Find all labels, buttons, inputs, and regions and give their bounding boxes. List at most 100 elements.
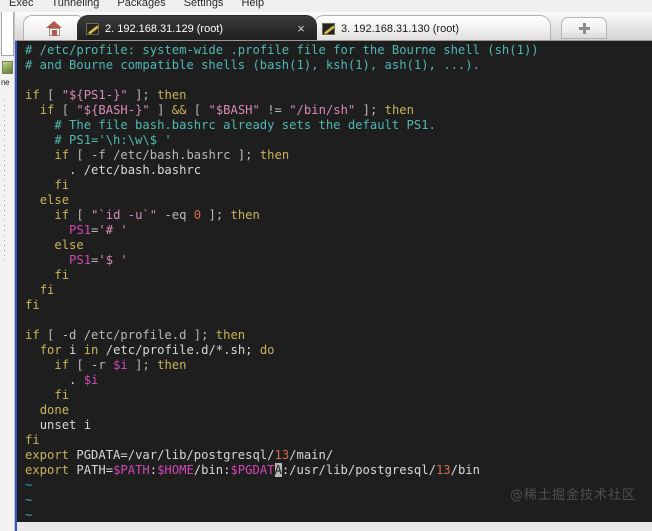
terminal-token: PATH=	[69, 463, 114, 477]
terminal-line: fi	[25, 388, 652, 403]
terminal-line: fi	[25, 298, 652, 313]
tab-session-3[interactable]: 3. 192.168.31.130 (root)	[313, 15, 551, 40]
terminal-line: if [ "${PS1-}" ]; then	[25, 88, 652, 103]
terminal-token: .	[25, 373, 84, 387]
terminal-token: '# '	[98, 223, 128, 237]
terminal-line: fi	[25, 268, 652, 283]
terminal-pane[interactable]: # /etc/profile: system-wide .profile fil…	[15, 41, 652, 531]
terminal-token: PGDATA=/var/lib/postgresql/	[69, 448, 275, 462]
terminal-token: $PATH	[113, 463, 150, 477]
terminal-token: /etc/profile.d/*.sh;	[98, 343, 260, 357]
terminal-line: if [ -d /etc/profile.d ]; then	[25, 328, 652, 343]
terminal-token: . /etc/bash.bashrc	[25, 163, 202, 177]
menu-item-settings[interactable]: Settings	[175, 0, 233, 12]
terminal-text: # /etc/profile: system-wide .profile fil…	[17, 43, 652, 523]
terminal-token: else	[39, 193, 70, 207]
terminal-token: [ -f /etc/bash.bashrc ];	[69, 148, 260, 162]
terminal-token: then	[384, 103, 414, 117]
terminal-line: fi	[25, 283, 652, 298]
terminal-token: ~	[25, 493, 33, 507]
terminal-token: [	[186, 103, 209, 117]
terminal-token: 13	[274, 448, 290, 462]
terminal-line: . /etc/bash.bashrc	[25, 163, 652, 178]
terminal-token: $i	[83, 373, 99, 387]
plus-icon	[578, 22, 590, 34]
terminal-token: &&	[171, 103, 187, 117]
terminal-line: # /etc/profile: system-wide .profile fil…	[25, 43, 652, 58]
terminal-token: export	[25, 463, 70, 477]
terminal-token: "/bin/sh"	[289, 103, 356, 117]
terminal-token: /main/	[289, 448, 334, 462]
terminal-token: /bin:	[193, 463, 231, 477]
terminal-line: fi	[25, 433, 652, 448]
terminal-token: !=	[259, 103, 290, 117]
terminal-line: if [ -r $i ]; then	[25, 358, 652, 373]
home-icon	[45, 20, 63, 37]
menu-item-exec[interactable]: Exec	[0, 0, 42, 12]
terminal-token: then	[259, 148, 290, 162]
terminal-token: [	[39, 88, 62, 102]
terminal-token: [	[54, 103, 77, 117]
terminal-token: "${BASH-}"	[76, 103, 150, 117]
terminal-token: fi	[54, 388, 70, 402]
terminal-token: [	[69, 208, 92, 222]
terminal-token: else	[54, 238, 84, 252]
terminal-line: PS1='# '	[25, 223, 652, 238]
terminal-token: for	[39, 343, 62, 357]
tab-home[interactable]	[23, 15, 85, 40]
terminal-token: $PGDAT	[230, 463, 275, 477]
terminal-token: [ -d /etc/profile.d ];	[39, 328, 216, 342]
terminal-line: done	[25, 403, 652, 418]
tab-bar: 2. 192.168.31.129 (root) × 3. 192.168.31…	[15, 12, 652, 41]
new-tab-button[interactable]	[561, 17, 607, 39]
terminal-token: i	[76, 418, 92, 432]
terminal-token: if	[54, 148, 70, 162]
terminal-token: 13	[435, 463, 451, 477]
tab-session-3-label: 3. 192.168.31.130 (root)	[341, 22, 460, 35]
terminal-token: then	[230, 208, 260, 222]
dock-label: ne	[1, 78, 10, 87]
terminal-token: PS1	[69, 223, 92, 237]
terminal-token: # /etc/profile: system-wide .profile fil…	[25, 43, 539, 57]
terminal-line: # The file bash.bashrc already sets the …	[25, 118, 652, 133]
terminal-line: fi	[25, 178, 652, 193]
terminal-token: fi	[54, 178, 70, 192]
tab-session-2-label: 2. 192.168.31.129 (root)	[105, 22, 224, 35]
terminal-token: in	[83, 343, 99, 357]
terminal-token: export	[25, 448, 70, 462]
watermark: @稀土掘金技术社区	[509, 488, 636, 503]
close-icon[interactable]: ×	[294, 22, 308, 35]
terminal-line: for i in /etc/profile.d/*.sh; do	[25, 343, 652, 358]
terminal-token: ];	[127, 88, 158, 102]
left-dock-panel[interactable]: ne	[0, 12, 15, 531]
menu-item-packages[interactable]: Packages	[108, 0, 174, 12]
terminal-line: else	[25, 193, 652, 208]
text-cursor: A	[274, 463, 282, 477]
tab-session-2[interactable]: 2. 192.168.31.129 (root) ×	[77, 15, 317, 40]
terminal-token: i	[61, 343, 84, 357]
terminal-token: do	[259, 343, 275, 357]
remote-terminal-app: Exec Tunneling Packages Settings Help ne 2. …	[0, 0, 652, 531]
menu-bar: Exec Tunneling Packages Settings Help	[0, 0, 652, 12]
terminal-token: [ -r	[69, 358, 114, 372]
menu-item-help[interactable]: Help	[232, 0, 273, 12]
terminal-icon	[322, 22, 335, 35]
menu-item-tunneling[interactable]: Tunneling	[42, 0, 108, 12]
terminal-token: ];	[355, 103, 385, 117]
terminal-token: ~	[25, 478, 33, 492]
terminal-line: unset i	[25, 418, 652, 433]
terminal-line: else	[25, 238, 652, 253]
terminal-line: # PS1='\h:\w\$ '	[25, 133, 652, 148]
globe-icon[interactable]	[2, 61, 13, 74]
terminal-token: ];	[201, 208, 231, 222]
